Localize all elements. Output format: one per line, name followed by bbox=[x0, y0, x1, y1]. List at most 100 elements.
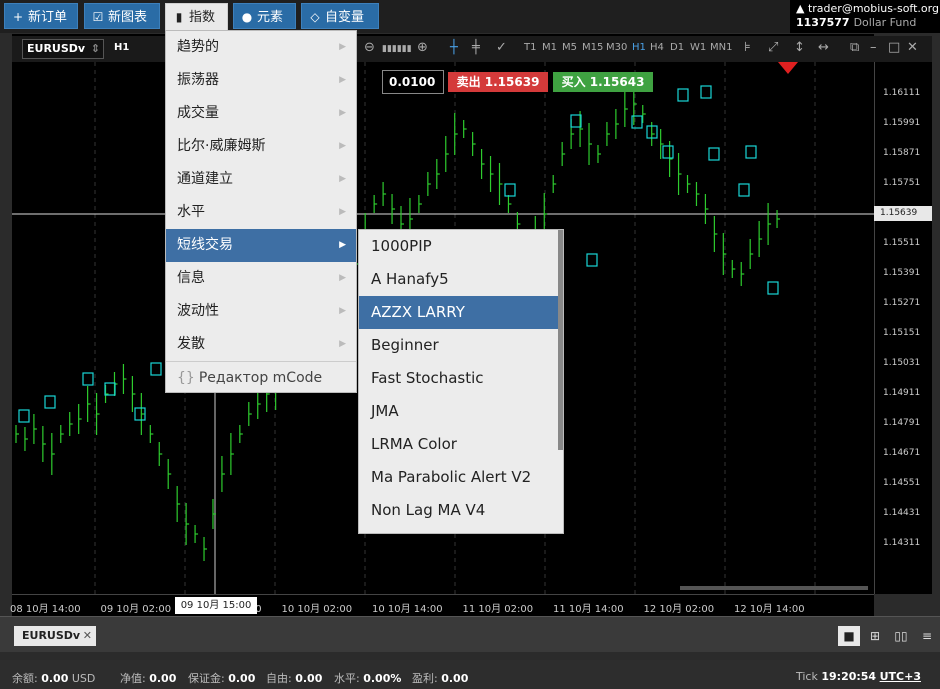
free-margin-status: 自由: 0.00 bbox=[266, 672, 323, 685]
timeframe-m5-button[interactable]: M5 bbox=[562, 42, 577, 53]
close-icon[interactable]: ✕ bbox=[907, 40, 918, 55]
account-panel[interactable]: ▲ trader@mobius-soft.org 1137577 Dollar F… bbox=[790, 0, 940, 33]
fit-diagonal-icon[interactable]: ⤢ bbox=[768, 40, 778, 55]
zoom-out-icon[interactable]: ⊖ bbox=[364, 40, 375, 55]
signal-marker bbox=[82, 372, 94, 386]
submenu-scrollbar[interactable] bbox=[558, 230, 563, 450]
fit-vertical-icon[interactable]: ↕ bbox=[794, 40, 805, 55]
chevron-right-icon: ▶ bbox=[339, 75, 346, 85]
sell-button[interactable]: 卖出 1.15639 bbox=[448, 72, 548, 92]
timeframe-h4-button[interactable]: H4 bbox=[650, 42, 664, 53]
price-axis[interactable]: 1.161111.159911.158711.157511.156311.155… bbox=[874, 62, 932, 594]
line-type-icon[interactable]: ✓ bbox=[496, 40, 507, 55]
buy-button[interactable]: 买入 1.15643 bbox=[553, 72, 653, 92]
close-tab-icon[interactable]: ✕ bbox=[83, 626, 92, 646]
time-axis[interactable]: 08 10月 14:0009 10月 02:0009 10月 14:0010 1… bbox=[10, 594, 874, 616]
horizontal-layout-icon[interactable]: ≡ bbox=[916, 626, 938, 646]
signal-marker bbox=[44, 395, 56, 409]
time-tick-label: 08 10月 14:00 bbox=[10, 604, 81, 615]
timeframe-d1-button[interactable]: D1 bbox=[670, 42, 684, 53]
submenu-item[interactable]: LRMA Color bbox=[359, 428, 559, 461]
signal-marker bbox=[586, 253, 598, 267]
menu-item-label: 波动性 bbox=[177, 303, 219, 319]
indicators-button[interactable]: ▮ 指数 bbox=[165, 3, 228, 33]
symbol-select[interactable]: EURUSDv ⇕ bbox=[22, 39, 104, 59]
lot-size-input[interactable]: 0.0100 bbox=[382, 70, 444, 94]
top-toolbar: + 新订单 ☑ 新图表 ▮ 指数 ● 元素 ◇ 自变量 ▲ trader@mobius-s… bbox=[0, 0, 940, 33]
single-layout-icon[interactable]: ■ bbox=[838, 626, 860, 646]
zoom-in-icon[interactable]: ⊕ bbox=[417, 40, 428, 55]
scalping-submenu: 1000PIP A Hanafy5 AZZX LARRY Beginner Fast S… bbox=[358, 229, 564, 534]
chevron-right-icon: ▶ bbox=[339, 174, 346, 184]
menu-item[interactable]: 趋势的 ▶ bbox=[166, 31, 356, 64]
menu-item-label: 振荡器 bbox=[177, 72, 219, 88]
diamond-icon: ◇ bbox=[310, 10, 320, 24]
chevron-right-icon: ▶ bbox=[339, 108, 346, 118]
chart-tab-bar: EURUSDv ✕ ■ ⊞ ▯▯ ≡ bbox=[0, 616, 940, 652]
timeframe-w1-button[interactable]: W1 bbox=[690, 42, 706, 53]
submenu-item[interactable]: Ma Parabolic Alert V2 bbox=[359, 461, 559, 494]
signal-marker bbox=[504, 183, 516, 197]
timeframe-h1-button[interactable]: H1 bbox=[632, 42, 646, 53]
submenu-item[interactable]: Beginner bbox=[359, 329, 559, 362]
price-tick-label: 1.15871 bbox=[883, 148, 921, 158]
submenu-item[interactable]: Non Lag MA V4 bbox=[359, 494, 559, 527]
submenu-item[interactable]: 1000PIP bbox=[359, 230, 559, 263]
signal-marker bbox=[677, 88, 689, 102]
vertical-layout-icon[interactable]: ▯▯ bbox=[890, 626, 912, 646]
elements-button[interactable]: ● 元素 bbox=[233, 3, 296, 29]
price-tick-label: 1.15151 bbox=[883, 328, 921, 338]
equity-status: 净值: 0.00 bbox=[120, 672, 177, 685]
new-chart-button[interactable]: ☑ 新图表 bbox=[84, 3, 160, 29]
variables-button[interactable]: ◇ 自变量 bbox=[301, 3, 379, 29]
menu-item-label: Редактор mCode bbox=[198, 370, 323, 386]
price-tick-label: 1.14431 bbox=[883, 508, 921, 518]
submenu-item[interactable]: Fast Stochastic bbox=[359, 362, 559, 395]
mcode-editor-menu-item[interactable]: {} Редактор mCode bbox=[166, 361, 356, 394]
time-tick-label: 09 10月 02:00 bbox=[100, 604, 172, 615]
status-bar: 余额: 0.00 USD 净值: 0.00 保证金: 0.00 自由: 0.00… bbox=[0, 660, 940, 689]
signal-marker bbox=[662, 145, 674, 159]
indicators-menu: 趋势的 ▶ 振荡器 ▶ 成交量 ▶ 比尔·威廉姆斯 ▶ 通道建立 ▶ 水平 ▶ 短线交易 ▶ 信息 ▶ 波动性 ▶… bbox=[165, 30, 357, 393]
timeframe-m1-button[interactable]: M1 bbox=[542, 42, 557, 53]
menu-item[interactable]: 波动性 ▶ bbox=[166, 295, 356, 328]
menu-item[interactable]: 发散 ▶ bbox=[166, 328, 356, 361]
detach-icon[interactable]: ⧉ bbox=[850, 40, 859, 55]
submenu-item[interactable]: AZZX LARRY bbox=[359, 296, 559, 329]
time-tick-label: 10 10月 14:00 bbox=[372, 604, 443, 615]
menu-item-label: 通道建立 bbox=[177, 171, 233, 187]
timeframe-mn1-button[interactable]: MN1 bbox=[710, 42, 732, 53]
menu-item-label: 趋势的 bbox=[177, 39, 219, 55]
indicators-list-icon[interactable]: ⊧ bbox=[744, 40, 751, 55]
menu-item[interactable]: 短线交易 ▶ bbox=[166, 229, 356, 262]
chart-tab[interactable]: EURUSDv ✕ bbox=[14, 626, 96, 646]
chart-toolbar: EURUSDv ⇕ H1 ⊖ ▮▮▮▮▮▮ ⊕ ┼ ╪ ✓ T1 M1 M5 M15 M… bbox=[12, 36, 932, 62]
menu-item[interactable]: 水平 ▶ bbox=[166, 196, 356, 229]
fit-horizontal-icon[interactable]: ↔ bbox=[818, 40, 829, 55]
timeframe-m30-button[interactable]: M30 bbox=[606, 42, 627, 53]
menu-item[interactable]: 通道建立 ▶ bbox=[166, 163, 356, 196]
menu-item[interactable]: 振荡器 ▶ bbox=[166, 64, 356, 97]
submenu-item[interactable]: A Hanafy5 bbox=[359, 263, 559, 296]
chart-scrollbar[interactable] bbox=[680, 586, 868, 590]
timeframe-label: H1 bbox=[114, 42, 130, 53]
signal-marker bbox=[18, 409, 30, 423]
signal-marker bbox=[104, 382, 116, 396]
price-tick-label: 1.15271 bbox=[883, 298, 921, 308]
candles-type-icon[interactable]: ╪ bbox=[472, 40, 480, 55]
timeframe-m15-button[interactable]: M15 bbox=[582, 42, 603, 53]
price-tick-label: 1.14671 bbox=[883, 448, 921, 458]
new-order-button[interactable]: + 新订单 bbox=[4, 3, 78, 29]
submenu-item[interactable]: JMA bbox=[359, 395, 559, 428]
chevron-right-icon: ▶ bbox=[339, 141, 346, 151]
menu-item[interactable]: 信息 ▶ bbox=[166, 262, 356, 295]
signal-marker bbox=[700, 85, 712, 99]
timeframe-t1-button[interactable]: T1 bbox=[524, 42, 536, 53]
maximize-icon[interactable]: □ bbox=[888, 40, 900, 55]
grid-layout-icon[interactable]: ⊞ bbox=[864, 626, 886, 646]
bars-type-icon[interactable]: ┼ bbox=[450, 40, 458, 55]
menu-item[interactable]: 成交量 ▶ bbox=[166, 97, 356, 130]
minimize-icon[interactable]: – bbox=[870, 40, 877, 55]
zoom-slider[interactable]: ▮▮▮▮▮▮ bbox=[382, 44, 412, 54]
menu-item[interactable]: 比尔·威廉姆斯 ▶ bbox=[166, 130, 356, 163]
